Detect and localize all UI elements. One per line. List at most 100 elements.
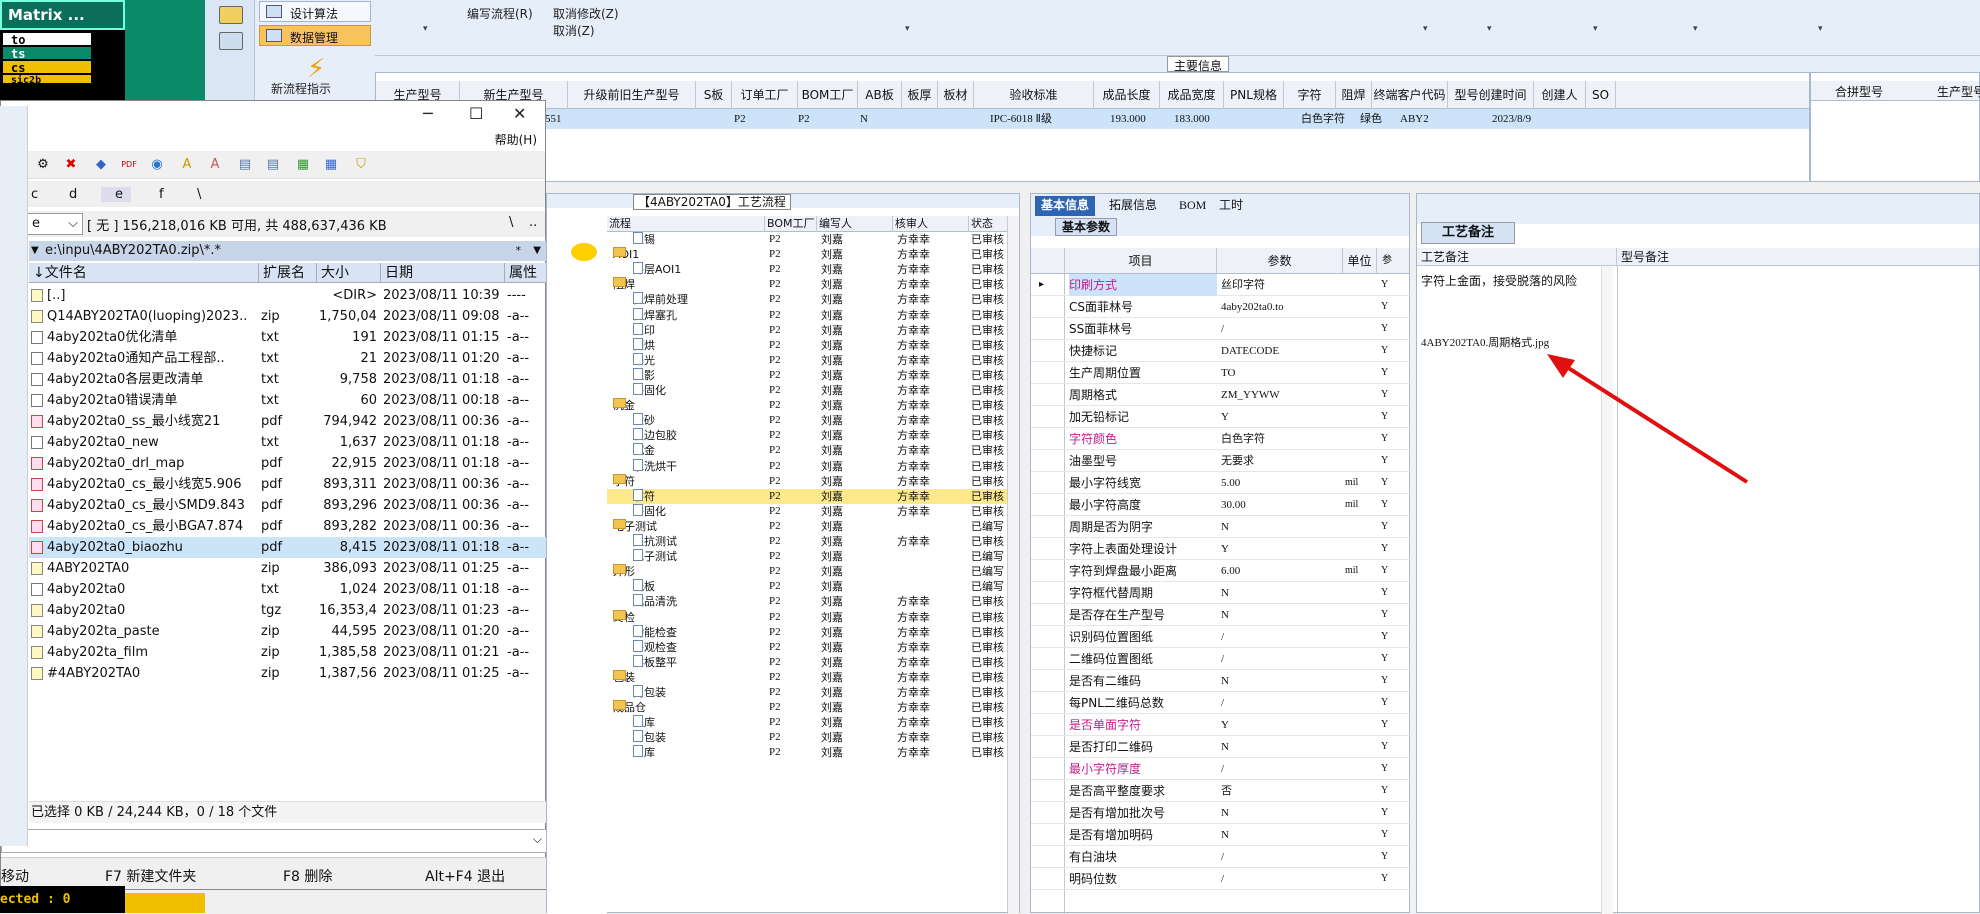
star-icon[interactable]: * [516,241,522,261]
process-row[interactable]: 终固化 P2 刘嘉 方幸幸 已审核 [607,503,1007,519]
dropdown-arrow-icon[interactable]: ▾ [1818,24,1823,34]
param-row[interactable]: ▸ 印刷方式 丝印字符 Y [1031,274,1411,296]
main-col-header[interactable]: 板材 [938,81,974,109]
chevron-down-icon[interactable]: ⌵ [533,832,542,847]
minimize-icon[interactable]: ─ [423,104,433,123]
edit-flow-button[interactable]: 编写流程(R) [467,5,533,22]
param-row[interactable]: 是否打印二维码 N Y [1031,736,1411,758]
col-flow[interactable]: 流程 [607,216,765,232]
param-row[interactable]: 最小字符厚度 / Y [1031,758,1411,780]
process-row[interactable]: 阻抗测试 P2 刘嘉 方幸幸 已审核 [607,534,1007,549]
file-row[interactable]: 4aby202ta0_ss_最小线宽21 pdf 794,942 2023/08/11… [29,411,547,432]
dropdown-arrow-icon[interactable]: ▾ [1693,24,1698,34]
process-row[interactable]: 终固化 P2 刘嘉 方幸幸 已审核 [607,383,1007,398]
file-row[interactable]: 4aby202ta0_new txt 1,637 2023/08/11 01:18 -a… [29,432,547,453]
col-ext[interactable]: 扩展名 [259,263,317,283]
col-flag[interactable]: 参 [1377,248,1397,274]
dropdown-arrow-icon[interactable]: ▾ [1593,24,1598,34]
tab-bom[interactable]: BOM [1173,196,1212,216]
param-row[interactable]: 二维码位置图纸 / Y [1031,648,1411,670]
nav-data-management[interactable]: 数据管理 [259,25,371,46]
param-row[interactable]: 字符框代替周期 N Y [1031,582,1411,604]
process-row[interactable]: 烘板整平 P2 刘嘉 方幸幸 已审核 [607,654,1007,670]
drive-d[interactable]: d [69,187,77,202]
process-row[interactable]: −终检 P2 刘嘉 方幸幸 已审核 [607,609,1007,625]
tab-extended-info[interactable]: 拓展信息 [1103,196,1163,216]
file-row[interactable]: 4ABY202TA0 zip 386,093 2023/08/11 01:25 -a-- [29,558,547,579]
param-row[interactable]: 是否存在生产型号 N Y [1031,604,1411,626]
sheet-icon[interactable]: ▦ [323,157,339,173]
param-row[interactable]: 是否有增加批次号 N Y [1031,802,1411,824]
drive-f[interactable]: f [143,187,164,202]
terminal-row[interactable]: ts [2,46,92,61]
file-row[interactable]: 4aby202ta0_cs_最小BGA7.874 pdf 893,282 2023/0… [29,516,547,537]
main-col-header[interactable]: 终端客户代码 [1372,81,1448,109]
parent-button[interactable]: .. [529,215,537,230]
main-col-header[interactable]: 订单工厂 [732,81,798,109]
process-row[interactable]: 外观检查 P2 刘嘉 方幸幸 已审核 [607,639,1007,655]
file-row[interactable]: Q14ABY202TA0(luoping)2023.. zip 1,750,044 2… [29,306,547,327]
process-row[interactable]: 沉金 P2 刘嘉 方幸幸 已审核 [607,443,1007,458]
param-row[interactable]: SS面菲林号 / Y [1031,318,1411,340]
col-status[interactable]: 状态 [969,216,1007,232]
main-col-header[interactable]: 字符 [1284,81,1336,109]
param-row[interactable]: 字符颜色 白色字符 Y [1031,428,1411,450]
col-writer[interactable]: 编写人 [817,216,893,232]
drive-network[interactable]: \ [177,187,201,202]
chevron-down-icon[interactable]: ▼ [533,241,541,261]
param-row[interactable]: CS面菲林号 4aby202ta0.to Y [1031,296,1411,318]
main-col-header[interactable]: S板 [696,81,732,109]
color-icon[interactable]: ◆ [93,157,109,173]
globe-icon[interactable]: ◉ [149,157,165,173]
process-row[interactable]: 预烘 P2 刘嘉 方幸幸 已审核 [607,337,1007,353]
command-line-input[interactable]: ⌵ [1,829,547,853]
file-row[interactable]: 4aby202ta0_drl_map pdf 22,915 2023/08/11 01… [29,453,547,474]
cancel-button[interactable]: 取消(Z) [553,22,595,39]
exit-button[interactable]: Alt+F4 退出 [425,866,505,886]
new-flow-label[interactable]: 新流程指示 [271,80,331,97]
process-row[interactable]: 入库 P2 刘嘉 方幸幸 已审核 [607,715,1007,730]
process-row[interactable]: −AOI1 P2 刘嘉 方幸幸 已审核 [607,247,1007,262]
process-row[interactable]: 电子测试 P2 刘嘉 已编写 [607,549,1007,564]
process-row[interactable]: 内包装 P2 刘嘉 方幸幸 已审核 [607,685,1007,700]
file-row[interactable]: 4aby202ta0_cs_最小SMD9.843 pdf 893,296 2023/0… [29,495,547,516]
param-row[interactable]: 是否高平整度要求 否 Y [1031,780,1411,802]
process-row[interactable]: −外形 P2 刘嘉 已编写 [607,564,1007,579]
document-icon[interactable]: ▤ [265,157,281,173]
text-icon[interactable]: A [207,157,223,173]
process-row[interactable]: −包装 P2 刘嘉 方幸幸 已审核 [607,669,1007,685]
delete-icon[interactable]: ✖ [63,157,79,173]
param-row[interactable]: 快捷标记 DATECODE Y [1031,340,1411,362]
file-row[interactable]: 4aby202ta0 txt 1,024 2023/08/11 01:18 -a-- [29,579,547,600]
text-icon[interactable]: A [179,157,195,173]
close-icon[interactable]: ✕ [513,104,526,123]
delete-button[interactable]: F8 删除 [283,866,332,886]
main-col-header[interactable]: 成品宽度 [1160,81,1224,109]
process-row[interactable]: 外层AOI1 P2 刘嘉 方幸幸 已审核 [607,262,1007,277]
process-row[interactable]: −阻焊 P2 刘嘉 方幸幸 已审核 [607,277,1007,292]
pdf-icon[interactable]: PDF [121,157,137,173]
new-folder-button[interactable]: F7 新建文件夹 [105,866,196,886]
main-col-header[interactable]: 阻焊 [1336,81,1372,109]
network-icon[interactable] [219,32,243,50]
col-param[interactable]: 参数 [1217,248,1343,274]
file-row[interactable]: 4aby202ta_film zip 1,385,584 2023/08/11 01:… [29,642,547,663]
param-row[interactable]: 是否单面字符 Y Y [1031,714,1411,736]
process-row[interactable]: 板边包胶 P2 刘嘉 方幸幸 已审核 [607,428,1007,443]
main-col-header[interactable]: AB板 [858,81,902,109]
file-row[interactable]: 4aby202ta0各层更改清单 txt 9,758 2023/08/11 01:18… [29,369,547,390]
calculator-icon[interactable] [219,6,243,24]
process-row[interactable]: 显影 P2 刘嘉 方幸幸 已审核 [607,367,1007,383]
process-scrollbar[interactable] [1007,216,1019,914]
move-button[interactable]: 移动 [1,866,29,886]
file-row[interactable]: 4aby202ta0通知产品工程部.. txt 21 2023/08/11 01:20… [29,348,547,369]
network-icon[interactable]: ⚙ [35,157,51,173]
process-row[interactable]: 阻焊前处理 P2 刘嘉 方幸幸 已审核 [607,292,1007,307]
param-row[interactable]: 油墨型号 无要求 Y [1031,450,1411,472]
param-row[interactable]: 是否有二维码 N Y [1031,670,1411,692]
chat-bubble-icon[interactable] [571,243,597,261]
process-row[interactable]: −电子测试 P2 刘嘉 已编写 [607,518,1007,534]
process-row[interactable]: 外包装 P2 刘嘉 方幸幸 已审核 [607,730,1007,745]
col-bom[interactable]: BOM工厂 [765,216,817,232]
param-row[interactable]: 周期是否为阴字 N Y [1031,516,1411,538]
